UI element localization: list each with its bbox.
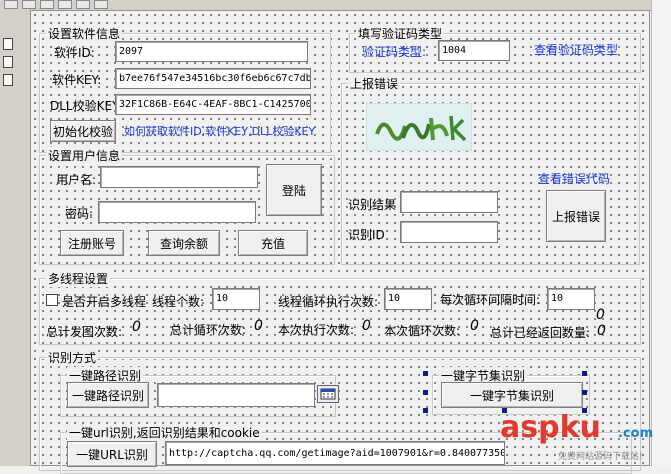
username-field[interactable] bbox=[100, 166, 258, 188]
toolbar-button[interactable] bbox=[22, 0, 36, 9]
multithread-title: 多线程设置 bbox=[46, 270, 111, 287]
url-recognize-button[interactable]: 一键URL识别 bbox=[67, 441, 157, 467]
interval-field[interactable]: 10 bbox=[547, 288, 595, 310]
current-loop-label: 本次循环次数: bbox=[384, 324, 461, 338]
total-sent-label: 总计发图次数: bbox=[46, 325, 123, 339]
current-exec-value: 0 bbox=[362, 318, 371, 334]
thread-count-field[interactable]: 10 bbox=[212, 288, 260, 310]
design-form: 设置软件信息 软件ID: 2097 软件KEY: b7ee76f547e3451… bbox=[30, 10, 650, 474]
url-field[interactable]: http://captcha.qq.com/getimage?aid=10079… bbox=[165, 441, 505, 465]
vertical-scrollbar[interactable] bbox=[651, 0, 671, 466]
software-id-field[interactable]: 2097 bbox=[115, 41, 308, 62]
total-loops-label: 总计循环次数: bbox=[170, 323, 247, 337]
site-watermark: aspku .com 免费网站源码下载站! bbox=[500, 408, 654, 466]
query-balance-button[interactable]: 查询余额 bbox=[148, 230, 220, 256]
selection-handle[interactable] bbox=[423, 408, 428, 413]
view-captcha-types-link[interactable]: 查看验证码类型 bbox=[534, 41, 618, 58]
component-item[interactable] bbox=[3, 74, 13, 86]
total-sent-value: 0 bbox=[132, 319, 141, 335]
current-loop-value: 0 bbox=[470, 318, 479, 334]
extra-counter-value: 0 bbox=[596, 307, 605, 323]
view-error-codes-link[interactable]: 查看错误代码 bbox=[538, 170, 610, 187]
recognition-id-field[interactable] bbox=[400, 221, 498, 243]
username-label: 用户名: bbox=[56, 173, 97, 187]
login-button[interactable]: 登陆 bbox=[266, 164, 322, 216]
path-recognize-button[interactable]: 一键路径识别 bbox=[67, 382, 149, 408]
result-field[interactable] bbox=[400, 191, 498, 213]
watermark-brand: aspku bbox=[500, 410, 601, 445]
component-item[interactable] bbox=[3, 38, 13, 50]
total-returned-value: 0 bbox=[597, 323, 606, 339]
user-info-title: 设置用户信息 bbox=[46, 147, 123, 164]
dll-key-field[interactable]: 32F1C86B-E64C-4EAF-8BC1-C1425700 bbox=[115, 94, 311, 115]
url-recognize-title: 一键url识别,返回识别结果和cookie bbox=[67, 424, 262, 441]
total-loops-value: 0 bbox=[254, 318, 263, 334]
captcha-type-label: 验证码类型: bbox=[362, 45, 427, 59]
software-info-group: 设置软件信息 软件ID: 2097 软件KEY: b7ee76f547e3451… bbox=[39, 25, 331, 153]
init-verify-button[interactable]: 初始化校验 bbox=[50, 120, 116, 142]
software-info-title: 设置软件信息 bbox=[46, 25, 123, 42]
bytes-recognize-button[interactable]: 一键字节集识别 bbox=[441, 382, 583, 408]
thread-count-label: 线程个数: bbox=[152, 295, 205, 309]
captcha-type-title: 填写验证码类型 bbox=[356, 25, 445, 42]
captcha-type-group: 填写验证码类型 验证码类型: 1004 查看验证码类型 bbox=[349, 25, 641, 73]
captcha-type-field[interactable]: 1004 bbox=[438, 40, 510, 61]
ide-component-panel bbox=[0, 10, 31, 466]
software-key-label: 软件KEY: bbox=[52, 73, 102, 87]
software-key-field[interactable]: b7ee76f547e34516bc30f6eb6c67c7db bbox=[115, 68, 311, 89]
selection-handle[interactable] bbox=[423, 371, 428, 376]
toolbar-button[interactable] bbox=[76, 0, 90, 9]
toolbar-button[interactable] bbox=[58, 0, 72, 9]
help-get-keys-link[interactable]: 如何获取软件ID,软件KEY,DLL校验KEY bbox=[124, 123, 315, 139]
multithread-checkbox[interactable] bbox=[46, 294, 58, 306]
recognize-title: 识别方式 bbox=[46, 349, 99, 366]
multithread-group: 多线程设置 是否开启多线程 线程个数: 10 线程循环执行次数: 10 每次循环… bbox=[39, 270, 641, 345]
watermark-dotcom: .com bbox=[618, 426, 654, 441]
report-error-button[interactable]: 上报错误 bbox=[546, 190, 606, 242]
multithread-enable-label: 是否开启多线程 bbox=[62, 295, 147, 309]
selection-handle[interactable] bbox=[582, 390, 587, 395]
dll-key-label: DLL校验KEY: bbox=[50, 99, 122, 113]
watermark-tagline: 免费网站源码下载站! bbox=[558, 452, 643, 462]
report-error-group: 上报错误 查看错误代码 识别结果 识别ID 上报错误 bbox=[341, 75, 640, 265]
selection-handle[interactable] bbox=[582, 371, 587, 376]
software-id-label: 软件ID: bbox=[54, 46, 95, 60]
path-field[interactable] bbox=[157, 383, 315, 407]
path-recognize-group: 一键路径识别 一键路径识别 bbox=[60, 367, 339, 417]
component-item[interactable] bbox=[3, 56, 13, 68]
recharge-button[interactable]: 充值 bbox=[238, 230, 308, 256]
loop-exec-field[interactable]: 10 bbox=[384, 288, 432, 310]
captcha-image bbox=[366, 103, 472, 151]
current-exec-label: 本次执行次数: bbox=[278, 323, 355, 337]
selection-handle[interactable] bbox=[423, 390, 428, 395]
password-field[interactable] bbox=[98, 201, 256, 223]
recognition-id-label: 识别ID bbox=[348, 228, 385, 242]
total-returned-label: 总计已经返回数量: bbox=[490, 326, 591, 340]
file-picker-icon[interactable] bbox=[317, 385, 339, 403]
toolbar-button[interactable] bbox=[4, 0, 18, 9]
toolbar-button[interactable] bbox=[40, 0, 54, 9]
captcha-glyphs bbox=[375, 115, 467, 142]
toolbar-button[interactable] bbox=[94, 0, 108, 9]
interval-label: 每次循环间隔时间: bbox=[440, 293, 541, 307]
user-info-group: 设置用户信息 用户名: 密码: 登陆 注册账号 查询余额 充值 bbox=[39, 147, 335, 265]
password-label: 密码: bbox=[65, 207, 94, 221]
loop-exec-label: 线程循环执行次数: bbox=[278, 295, 379, 309]
result-label: 识别结果 bbox=[348, 198, 397, 212]
register-button[interactable]: 注册账号 bbox=[60, 230, 124, 256]
report-error-title: 上报错误 bbox=[348, 75, 401, 92]
